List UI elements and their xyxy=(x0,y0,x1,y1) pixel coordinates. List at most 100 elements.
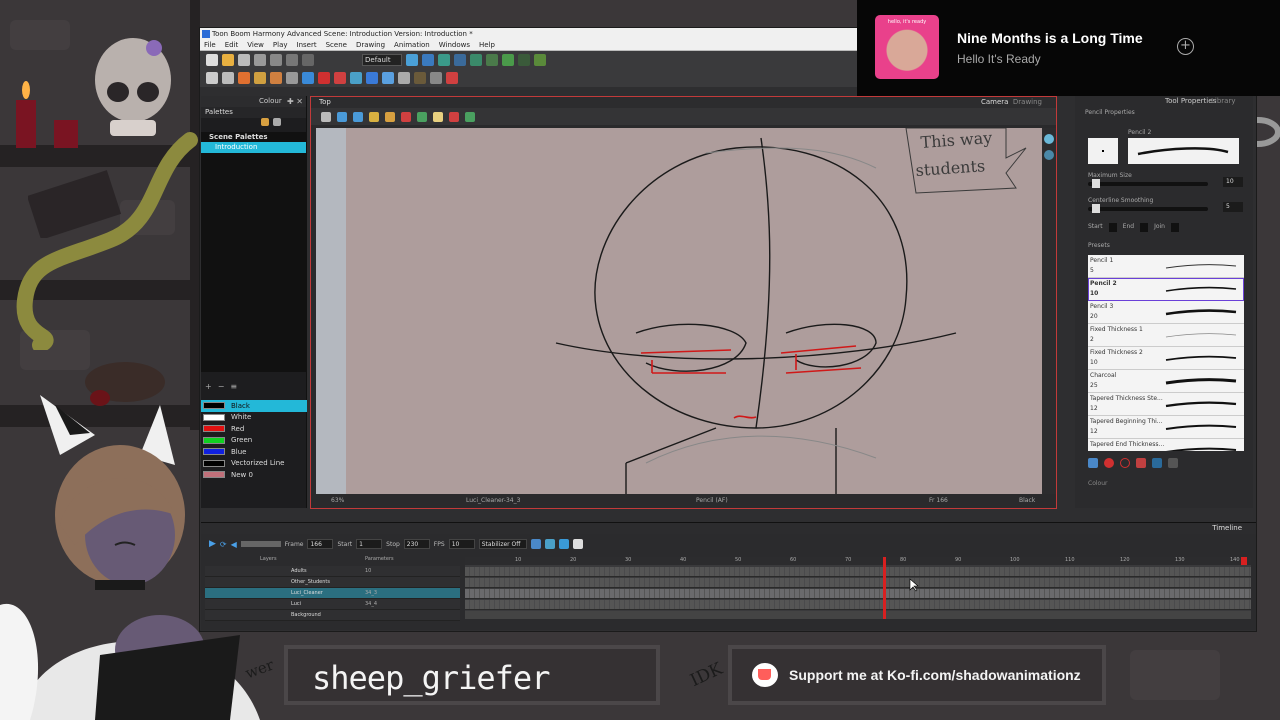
frame-field[interactable]: 166 xyxy=(307,539,334,549)
stop-marker[interactable] xyxy=(1241,557,1247,565)
brush-icon[interactable] xyxy=(385,111,395,122)
menu-edit[interactable]: Edit xyxy=(225,40,239,50)
track-luci[interactable] xyxy=(465,600,1251,610)
preset-tapered-thickness[interactable]: Tapered Thickness Ste... 12 xyxy=(1088,393,1244,416)
import-icon[interactable] xyxy=(254,54,266,66)
ease-icon[interactable] xyxy=(558,539,569,549)
undo-icon[interactable] xyxy=(286,54,298,66)
tab-drawing[interactable]: Drawing xyxy=(1013,98,1042,106)
bulb-icon[interactable] xyxy=(433,111,443,122)
menu-windows[interactable]: Windows xyxy=(439,40,470,50)
lock-icon[interactable] xyxy=(369,111,379,122)
tab-camera[interactable]: Camera xyxy=(981,98,1008,106)
auto-flatten-icon[interactable] xyxy=(1088,458,1098,468)
menu-help[interactable]: Help xyxy=(479,40,495,50)
join-icon[interactable] xyxy=(1171,223,1179,232)
stroke-tool-icon[interactable] xyxy=(350,72,362,84)
peg-icon[interactable] xyxy=(454,54,466,66)
chevron-up-icon[interactable] xyxy=(1168,458,1178,468)
select-tool-icon[interactable] xyxy=(206,72,218,84)
timeline-tool-icon[interactable] xyxy=(530,539,541,549)
hand-tool-icon[interactable] xyxy=(382,72,394,84)
node-icon[interactable] xyxy=(486,54,498,66)
export-icon[interactable] xyxy=(270,54,282,66)
pen-icon[interactable] xyxy=(417,111,427,122)
eraser-tool-icon[interactable] xyxy=(270,72,282,84)
menu-view[interactable]: View xyxy=(247,40,264,50)
grid-icon[interactable] xyxy=(321,111,331,122)
key-icon[interactable] xyxy=(544,539,555,549)
menu-drawing[interactable]: Drawing xyxy=(356,40,385,50)
pencil-tool-icon[interactable] xyxy=(254,72,266,84)
swatch-menu-icon[interactable]: ≡ xyxy=(230,382,237,391)
colour-link[interactable]: Colour xyxy=(1088,480,1107,487)
redo-icon[interactable] xyxy=(302,54,314,66)
cutter-tool-icon[interactable] xyxy=(366,72,378,84)
track-luci-cleaner[interactable] xyxy=(465,589,1251,599)
preset-tapered-end[interactable]: Tapered End Thickness... xyxy=(1088,439,1244,451)
preset-tapered-beginning[interactable]: Tapered Beginning Thi... 12 xyxy=(1088,416,1244,439)
remove-swatch-icon[interactable]: − xyxy=(218,382,225,391)
menu-file[interactable]: File xyxy=(204,40,216,50)
paint-tool-icon[interactable] xyxy=(318,72,330,84)
preset-pencil-1[interactable]: Pencil 15 xyxy=(1088,255,1244,278)
animate-mode-icon[interactable] xyxy=(446,72,458,84)
brush-tool-icon[interactable] xyxy=(238,72,250,84)
dropper-tool-icon[interactable] xyxy=(334,72,346,84)
add-to-library-button[interactable]: + xyxy=(1177,38,1194,55)
navigator-icon[interactable] xyxy=(1044,134,1054,144)
playhead[interactable] xyxy=(883,557,886,619)
max-size-slider[interactable]: Maximum Size 10 xyxy=(1088,172,1246,188)
colour-tab[interactable]: Colour xyxy=(259,96,282,107)
timeline-frames[interactable]: 10 20 30 40 50 60 70 80 90 100 110 120 1… xyxy=(465,557,1251,619)
add-palette-icon[interactable] xyxy=(261,118,269,126)
reset-view-icon[interactable] xyxy=(1044,150,1054,160)
smoothing-slider[interactable]: Centerline Smoothing 5 xyxy=(1088,197,1246,213)
deform-icon[interactable] xyxy=(470,54,482,66)
onion-skin-icon[interactable] xyxy=(422,54,434,66)
stabilizer-icon[interactable] xyxy=(1152,458,1162,468)
field-guide-icon[interactable] xyxy=(353,111,363,122)
shape-tool-icon[interactable] xyxy=(302,72,314,84)
stroke-preview[interactable] xyxy=(1128,138,1239,164)
max-size-value[interactable]: 10 xyxy=(1223,177,1243,187)
auto-close-icon[interactable] xyxy=(1104,458,1114,468)
preset-fixed-thickness-2[interactable]: Fixed Thickness 2 10 xyxy=(1088,347,1244,370)
panel-controls-icon[interactable]: ✚ ✕ xyxy=(287,96,303,107)
end-cap-icon[interactable] xyxy=(1140,223,1149,232)
fps-field[interactable]: 10 xyxy=(448,539,475,549)
transform-tool-icon[interactable] xyxy=(414,72,426,84)
menu-play[interactable]: Play xyxy=(273,40,288,50)
effect-icon[interactable] xyxy=(518,54,530,66)
drawing-canvas[interactable]: This way students xyxy=(316,128,1044,498)
menu-animation[interactable]: Animation xyxy=(394,40,430,50)
group-icon[interactable] xyxy=(502,54,514,66)
zoom-level[interactable]: 63% xyxy=(331,494,344,508)
preset-pencil-3[interactable]: Pencil 3 20 xyxy=(1088,301,1244,324)
pin-icon[interactable] xyxy=(534,54,546,66)
tab-tool-properties[interactable]: Tool Properties xyxy=(1165,96,1216,107)
palette-menu-icon[interactable] xyxy=(273,118,281,126)
workspace-icon[interactable] xyxy=(406,54,418,66)
track-adults[interactable] xyxy=(465,567,1251,577)
tab-timeline[interactable]: Timeline xyxy=(1212,523,1242,534)
stabilizer-select[interactable]: Stabilizer Off xyxy=(478,539,527,549)
auto-fill-icon[interactable] xyxy=(1120,458,1130,468)
track-background[interactable] xyxy=(465,611,1251,619)
tab-library[interactable]: Library xyxy=(1211,96,1235,107)
workspace-select[interactable]: Default xyxy=(362,54,402,66)
zoom-tool-icon[interactable] xyxy=(398,72,410,84)
eraser-option-icon[interactable] xyxy=(1136,458,1146,468)
light-table-icon[interactable] xyxy=(438,54,450,66)
add-swatch-icon[interactable]: + xyxy=(205,382,212,391)
save-icon[interactable] xyxy=(238,54,250,66)
preset-charcoal[interactable]: Charcoal 25 xyxy=(1088,370,1244,393)
pencil-icon[interactable] xyxy=(401,111,411,122)
open-icon[interactable] xyxy=(222,54,234,66)
presets-label[interactable]: Presets xyxy=(1088,242,1110,249)
onion-icon[interactable] xyxy=(465,111,475,122)
safe-area-icon[interactable] xyxy=(337,111,347,122)
smoothing-value[interactable]: 5 xyxy=(1223,202,1243,212)
text-tool-icon[interactable] xyxy=(286,72,298,84)
start-cap-icon[interactable] xyxy=(1108,223,1117,232)
